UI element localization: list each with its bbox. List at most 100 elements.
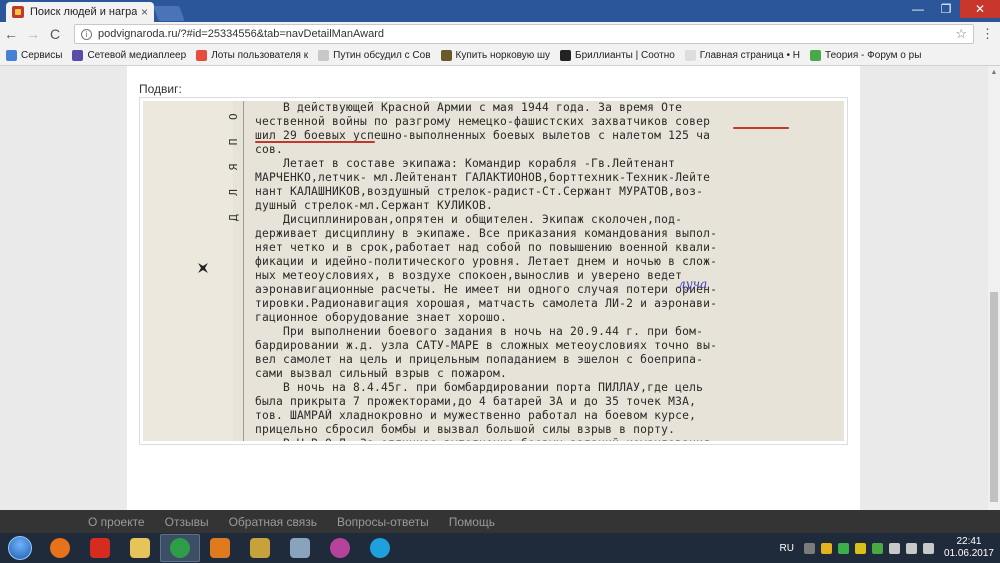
footer-link[interactable]: Вопросы-ответы — [337, 515, 429, 529]
document-line: держивает дисциплину в экипаже. Все прик… — [255, 227, 718, 240]
chrome-icon — [170, 538, 190, 558]
section-label: Подвиг: — [139, 82, 182, 96]
windows-taskbar: RU 22:41 01.06.2017 — [0, 533, 1000, 563]
bookmark-label: Сетевой медиаплеер — [87, 50, 187, 61]
tray-app-icon[interactable] — [922, 542, 934, 554]
tab-title: Поиск людей и награжд — [30, 6, 137, 18]
close-window-button[interactable]: ✕ — [960, 0, 1000, 18]
document-line: фикации и идейно-политического уровня. Л… — [255, 255, 718, 268]
ink-underline-2 — [255, 141, 375, 143]
footer-link[interactable]: О проекте — [88, 515, 145, 529]
bookmark-item[interactable]: Путин обсудил с Сов — [318, 50, 431, 61]
browser-menu-icon[interactable]: ⋮ — [981, 26, 994, 42]
file-explorer-icon — [130, 538, 150, 558]
start-button[interactable] — [0, 533, 40, 563]
taskbar-app-calculator[interactable] — [280, 534, 320, 562]
back-button[interactable]: ← — [0, 23, 22, 45]
page-scrollbar[interactable]: ▲ — [988, 66, 1000, 510]
taskbar-app-firefox[interactable] — [40, 534, 80, 562]
paw-icon — [196, 50, 208, 61]
tray-app-icon[interactable] — [837, 542, 849, 554]
taskbar-app-file-explorer[interactable] — [120, 534, 160, 562]
unknown-app-icon — [250, 538, 270, 558]
document-line: Дисциплинирован,опрятен и общителен. Эки… — [255, 213, 683, 226]
taskbar-app-media-player[interactable] — [200, 534, 240, 562]
document-line: гационное оборудование знает хорошо. — [255, 311, 508, 324]
document-line: вел самолет на цель и прицельным попадан… — [255, 353, 704, 366]
bookmark-item[interactable]: Главная страница • Н — [684, 50, 801, 61]
bookmark-star-icon[interactable]: ☆ — [955, 26, 967, 42]
footer-link[interactable]: Помощь — [449, 515, 495, 529]
bookmark-item[interactable]: Теория - Форум о ры — [810, 50, 921, 61]
document-line: няет четко и в срок,работает над собой п… — [255, 241, 718, 254]
reload-button[interactable]: C — [44, 23, 66, 45]
document-line: нант КАЛАШНИКОВ,воздушный стрелок-радист… — [255, 185, 704, 198]
taskbar-app-skype[interactable] — [360, 534, 400, 562]
window-controls: — ❐ ✕ — [904, 0, 1000, 20]
browser-tab[interactable]: Поиск людей и награжд × — [6, 2, 154, 22]
language-indicator[interactable]: RU — [779, 543, 793, 554]
tray-app-icon[interactable] — [871, 542, 883, 554]
tray-app-icon[interactable] — [854, 542, 866, 554]
tab-close-icon[interactable]: × — [141, 5, 148, 19]
footer-link[interactable]: Обратная связь — [229, 515, 317, 529]
document-margin — [143, 101, 233, 441]
bookmark-item[interactable]: Лоты пользователя к — [196, 50, 308, 61]
bookmark-label: Купить норковую шу — [455, 50, 551, 61]
scroll-up-arrow-icon[interactable]: ▲ — [988, 66, 1000, 78]
ink-underline-1 — [733, 127, 789, 129]
browser-toolbar: ← → C i podvignaroda.ru/?#id=25334556&ta… — [0, 22, 1000, 46]
address-bar[interactable]: i podvignaroda.ru/?#id=25334556&tab=navD… — [74, 24, 974, 44]
bookmark-label: Главная страница • Н — [699, 50, 801, 61]
tray-app-icon[interactable] — [820, 542, 832, 554]
site-footer: О проекте Отзывы Обратная связь Вопросы-отв… — [0, 510, 1000, 533]
document-line: В ночь на 8.4.45г. при бомбардировании п… — [255, 381, 704, 394]
footer-link[interactable]: Отзывы — [165, 515, 209, 529]
award-document-scan: Д Л Я П О В действующей Красной Армии с … — [143, 101, 844, 441]
bookmark-item[interactable]: Сервисы — [6, 50, 62, 61]
footer-links: О проекте Отзывы Обратная связь Вопросы-отв… — [88, 515, 515, 529]
yandex-icon — [90, 538, 110, 558]
minimize-button[interactable]: — — [904, 0, 932, 18]
scroll-thumb[interactable] — [990, 292, 998, 502]
taskbar-app-yandex[interactable] — [80, 534, 120, 562]
document-text: В действующей Красной Армии с мая 1944 г… — [255, 101, 840, 441]
bookmark-label: Сервисы — [21, 50, 63, 61]
taskbar-app-chrome[interactable] — [160, 534, 200, 562]
bookmark-label: Лоты пользователя к — [211, 50, 309, 61]
document-line: ных метеоусловиях, в воздухе спокоен,вын… — [255, 269, 683, 282]
bookmark-label: Теория - Форум о ры — [825, 50, 922, 61]
content-panel: Подвиг: Д Л Я П О В действующей Красной … — [127, 66, 860, 510]
document-line: В действующей Красной Армии с мая 1944 г… — [255, 101, 683, 114]
taskbar-apps — [40, 534, 400, 562]
badge-icon — [440, 50, 452, 61]
tray-app-icon[interactable] — [888, 542, 900, 554]
bookmark-item[interactable]: Сетевой медиаплеер — [72, 50, 186, 61]
picasa-icon — [330, 538, 350, 558]
tray-app-icon[interactable] — [803, 542, 815, 554]
url-text[interactable]: podvignaroda.ru/?#id=25334556&tab=navDet… — [98, 28, 955, 40]
system-tray: RU 22:41 01.06.2017 — [779, 533, 1000, 563]
document-line: При выполнении боевого задания в ночь на… — [255, 325, 704, 338]
site-info-icon[interactable]: i — [81, 28, 92, 40]
taskbar-app-unknown-app[interactable] — [240, 534, 280, 562]
bookmark-item[interactable]: Купить норковую шу — [440, 50, 551, 61]
forward-button[interactable]: → — [22, 23, 44, 45]
document-line: была прикрыта 7 прожекторами,до 4 батаре… — [255, 395, 697, 408]
maximize-button[interactable]: ❐ — [932, 0, 960, 18]
award-document-frame: Д Л Я П О В действующей Красной Армии с … — [139, 97, 848, 445]
media-player-icon — [210, 538, 230, 558]
taskbar-app-picasa[interactable] — [320, 534, 360, 562]
doc-icon — [684, 50, 696, 61]
tray-app-icon[interactable] — [905, 542, 917, 554]
document-line: тов. ШАМРАЙ хладнокровно и мужественно р… — [255, 409, 697, 422]
document-line: сами вызвал сильный взрыв с пожаром. — [255, 367, 508, 380]
new-tab-button[interactable] — [153, 6, 185, 21]
document-line: МАРЧЕНКО,летчик- мл.Лейтенант ГАЛАКТИОНО… — [255, 171, 711, 184]
document-line: аэронавигационные расчеты. Не имеет ни о… — [255, 283, 718, 296]
apps-icon — [6, 50, 17, 61]
figure-icon — [560, 50, 572, 61]
system-clock[interactable]: 22:41 01.06.2017 — [944, 536, 994, 560]
bookmark-item[interactable]: Бриллианты | Соотно — [560, 50, 675, 61]
site-favicon-icon — [12, 6, 24, 18]
